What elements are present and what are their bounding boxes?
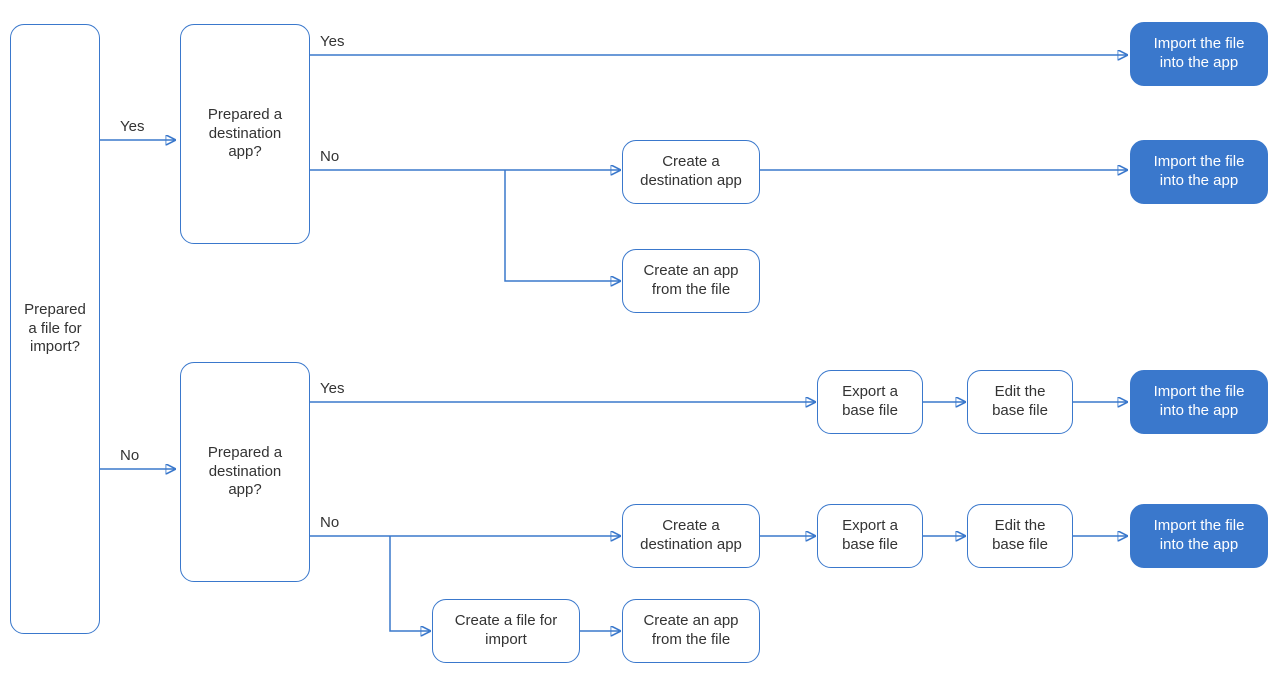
question-dest-app-bottom: Prepared a destination app? xyxy=(180,362,310,582)
question-dest-app-top: Prepared a destination app? xyxy=(180,24,310,244)
node-create-from-file-top-text: Create an app from the file xyxy=(633,262,749,300)
node-create-from-file-bot: Create an app from the file xyxy=(622,599,760,663)
node-export-base-2: Export a base file xyxy=(817,504,923,568)
question-prepared-file-text: Prepared a file for import? xyxy=(21,301,89,357)
edge-label-no-2: No xyxy=(320,148,339,165)
node-create-dest-top: Create a destination app xyxy=(622,140,760,204)
node-export-base-1: Export a base file xyxy=(817,370,923,434)
node-create-dest-bot-text: Create a destination app xyxy=(633,517,749,555)
node-edit-base-1: Edit the base file xyxy=(967,370,1073,434)
question-prepared-file: Prepared a file for import? xyxy=(10,24,100,634)
node-import-4: Import the file into the app xyxy=(1130,504,1268,568)
node-export-base-1-text: Export a base file xyxy=(828,383,912,421)
node-import-1: Import the file into the app xyxy=(1130,22,1268,86)
node-edit-base-1-text: Edit the base file xyxy=(978,383,1062,421)
node-import-3-text: Import the file into the app xyxy=(1141,383,1257,421)
node-import-4-text: Import the file into the app xyxy=(1141,517,1257,555)
node-edit-base-2: Edit the base file xyxy=(967,504,1073,568)
node-create-dest-top-text: Create a destination app xyxy=(633,153,749,191)
edge-label-yes-2: Yes xyxy=(320,33,344,50)
edge-label-no-3: No xyxy=(320,514,339,531)
node-edit-base-2-text: Edit the base file xyxy=(978,517,1062,555)
question-dest-app-bottom-text: Prepared a destination app? xyxy=(191,444,299,500)
question-dest-app-top-text: Prepared a destination app? xyxy=(191,106,299,162)
node-export-base-2-text: Export a base file xyxy=(828,517,912,555)
node-create-from-file-bot-text: Create an app from the file xyxy=(633,612,749,650)
node-import-1-text: Import the file into the app xyxy=(1141,35,1257,73)
node-create-from-file-top: Create an app from the file xyxy=(622,249,760,313)
node-create-dest-bot: Create a destination app xyxy=(622,504,760,568)
edge-label-yes-3: Yes xyxy=(320,380,344,397)
flowchart: Prepared a file for import? Prepared a d… xyxy=(0,0,1279,680)
edge-label-no-1: No xyxy=(120,447,139,464)
node-create-file-text: Create a file for import xyxy=(443,612,569,650)
node-import-2-text: Import the file into the app xyxy=(1141,153,1257,191)
node-import-3: Import the file into the app xyxy=(1130,370,1268,434)
edge-label-yes-1: Yes xyxy=(120,118,144,135)
node-create-file: Create a file for import xyxy=(432,599,580,663)
node-import-2: Import the file into the app xyxy=(1130,140,1268,204)
